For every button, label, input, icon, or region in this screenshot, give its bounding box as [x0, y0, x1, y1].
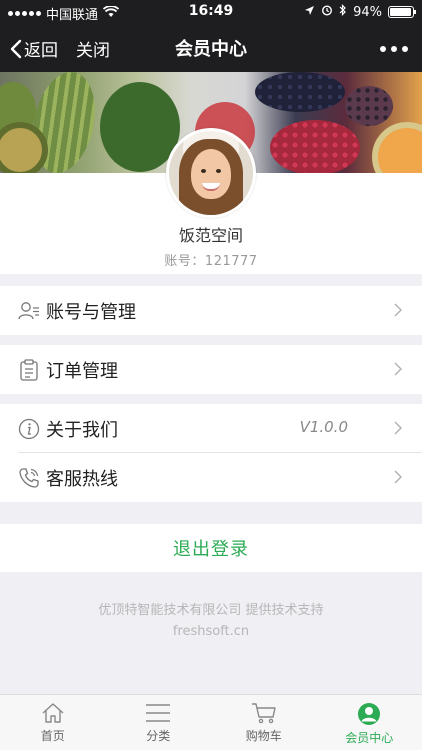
tab-label: 会员中心 — [345, 731, 394, 745]
menu-group-info: 关于我们 V1.0.0 客服热线 — [0, 404, 422, 502]
tab-home[interactable]: 首页 — [0, 695, 106, 750]
avatar[interactable] — [166, 128, 256, 218]
chevron-right-icon — [394, 362, 402, 376]
battery-icon — [388, 6, 416, 18]
chevron-right-icon — [394, 421, 402, 435]
nav-bar: 返回 关闭 会员中心 — [0, 24, 422, 72]
tab-bar: 首页 分类 购物车 会员中心 — [0, 694, 422, 750]
bluetooth-icon — [339, 4, 347, 20]
menu-group-account: 账号与管理 — [0, 286, 422, 335]
info-icon — [18, 418, 40, 440]
user-manage-icon — [18, 300, 40, 322]
tab-label: 购物车 — [245, 729, 282, 743]
menu-label: 订单管理 — [46, 360, 118, 382]
logout-button[interactable]: 退出登录 — [0, 524, 422, 572]
tab-label: 首页 — [40, 729, 65, 743]
location-arrow-icon — [304, 5, 315, 20]
website-text: freshsoft.cn — [172, 624, 250, 639]
alarm-icon — [321, 4, 333, 20]
more-options-icon[interactable] — [380, 46, 408, 52]
clipboard-icon — [18, 358, 40, 381]
menu-item-account-management[interactable]: 账号与管理 — [0, 286, 422, 335]
cart-icon — [251, 703, 276, 724]
tab-label: 分类 — [146, 729, 171, 743]
menu-item-order-management[interactable]: 订单管理 — [0, 345, 422, 394]
tab-category[interactable]: 分类 — [106, 695, 212, 750]
page-title: 会员中心 — [175, 39, 247, 60]
tab-cart[interactable]: 购物车 — [211, 695, 317, 750]
profile-name: 饭范空间 — [178, 226, 243, 245]
app-version: V1.0.0 — [299, 418, 348, 436]
tech-support-text: 优顶特智能技术有限公司 提供技术支持 — [98, 603, 324, 618]
chevron-right-icon — [394, 470, 402, 484]
chevron-right-icon — [394, 303, 402, 317]
menu-label: 客服热线 — [46, 468, 118, 490]
menu-item-about-us[interactable]: 关于我们 V1.0.0 — [0, 404, 422, 453]
status-bar: 中国联通 16:49 94% — [0, 0, 422, 24]
member-icon — [358, 703, 381, 725]
menu-list-icon — [146, 704, 171, 722]
menu-label: 关于我们 — [46, 419, 118, 441]
battery-fill — [390, 8, 411, 16]
footer: 优顶特智能技术有限公司 提供技术支持 freshsoft.cn — [0, 572, 422, 694]
menu-label: 账号与管理 — [46, 301, 136, 323]
tab-member-center[interactable]: 会员中心 — [317, 695, 422, 750]
menu-item-customer-hotline[interactable]: 客服热线 — [0, 453, 422, 502]
menu-group-orders: 订单管理 — [0, 345, 422, 394]
profile-account: 账号：121777 — [164, 254, 258, 269]
logout-label: 退出登录 — [173, 539, 249, 560]
phone-icon — [18, 467, 40, 489]
home-icon — [42, 703, 64, 723]
battery-percent: 94% — [353, 4, 382, 20]
status-right: 94% — [304, 4, 416, 20]
